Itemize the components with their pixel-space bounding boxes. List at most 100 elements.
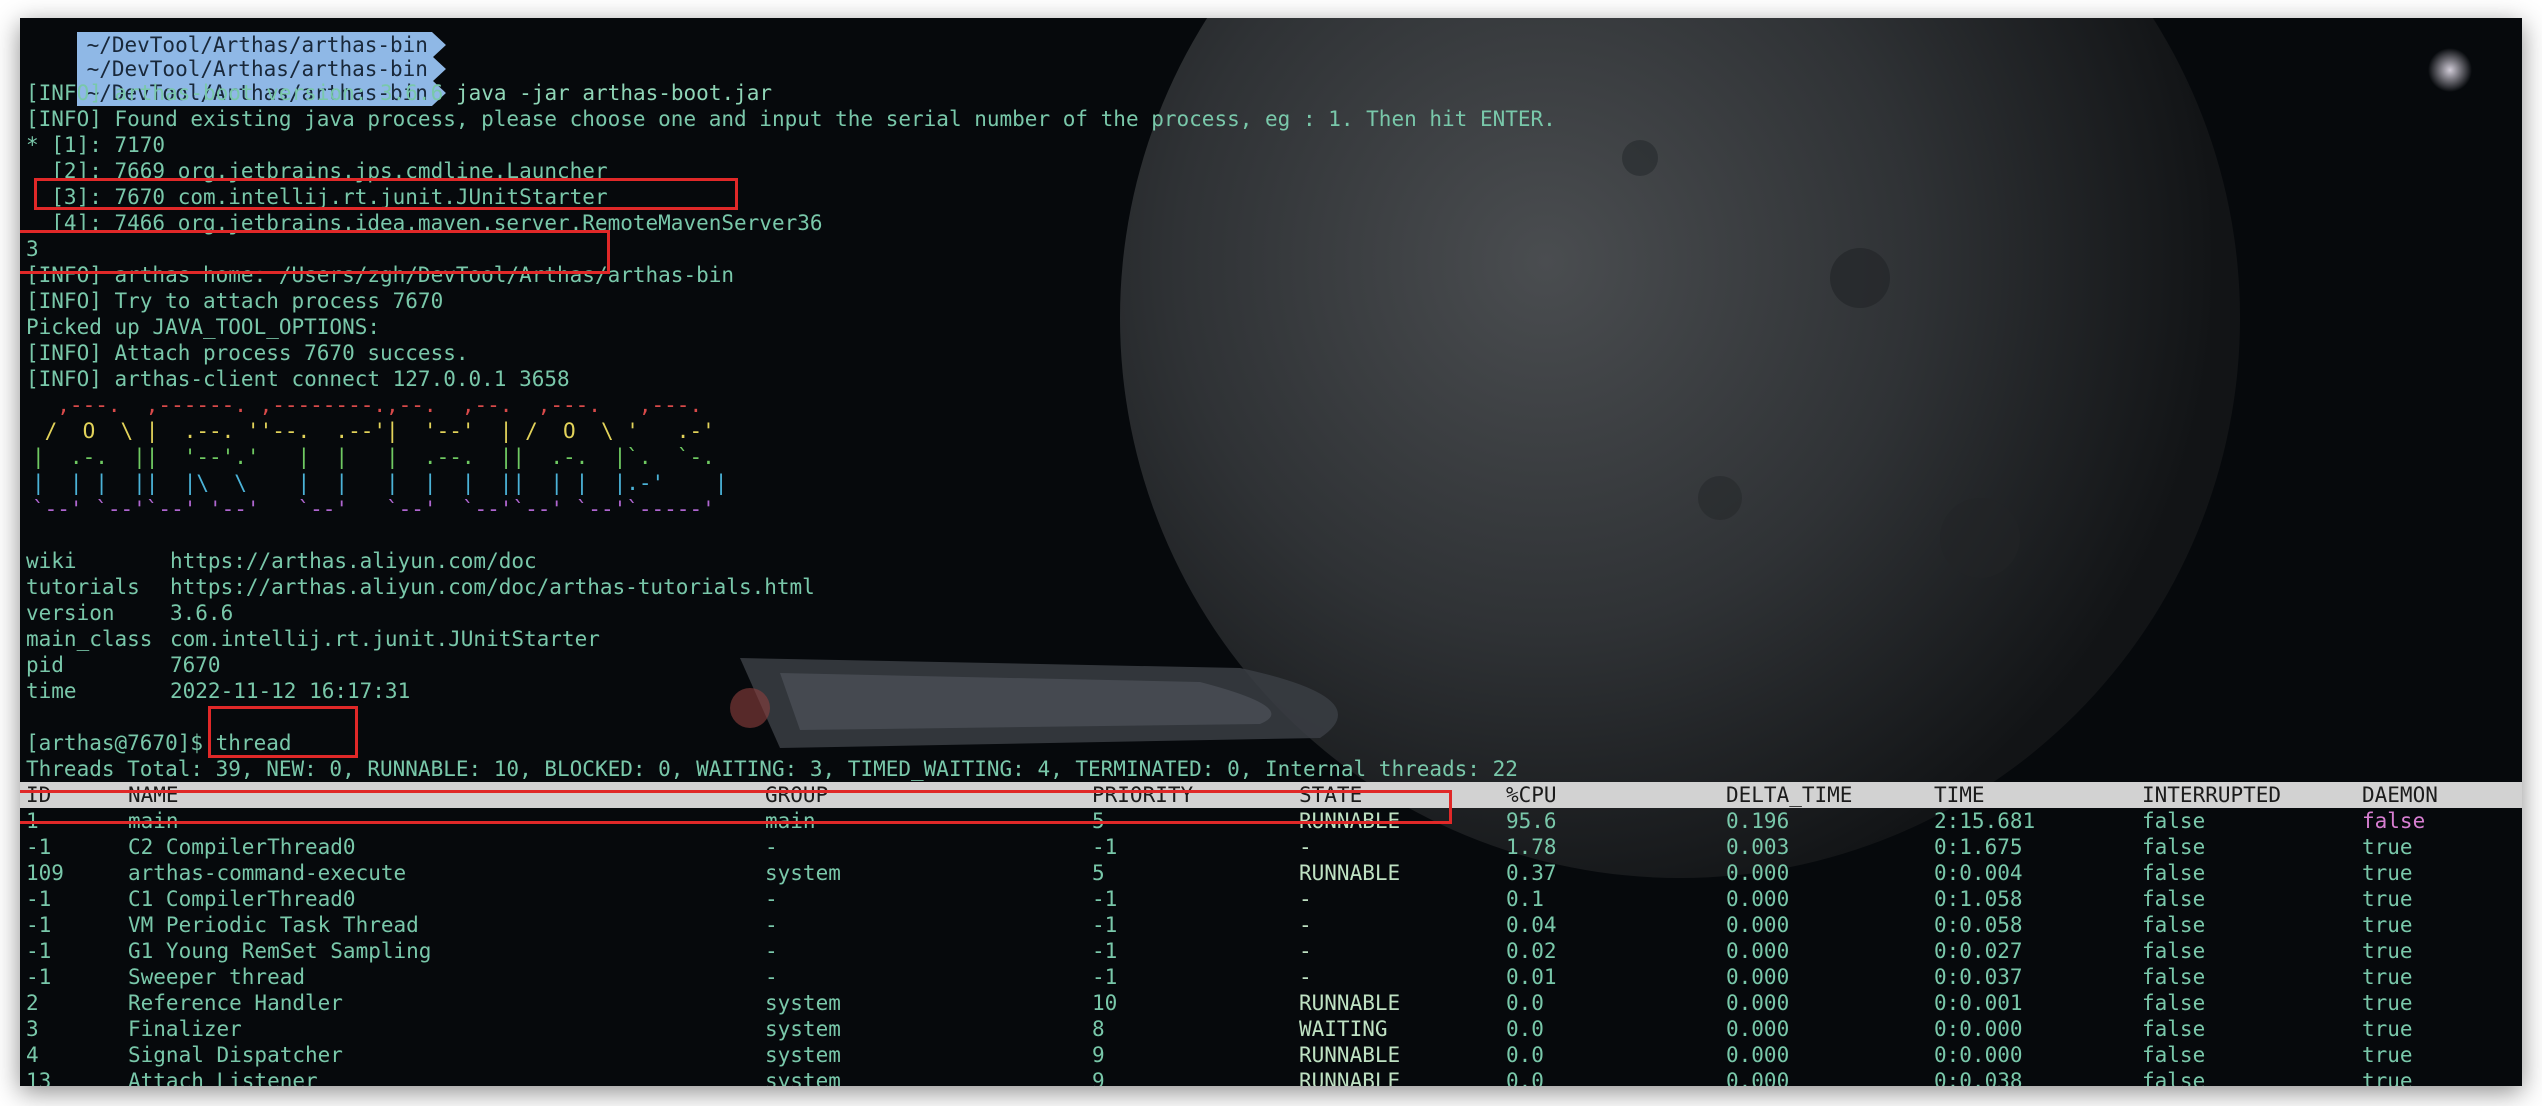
cell-delta-time: 0.000	[1726, 1043, 1790, 1067]
cell-time: 0:0.001	[1934, 991, 2023, 1015]
cell-id: 3	[26, 1017, 39, 1041]
info-row-wiki: wiki https://arthas.aliyun.com/doc	[26, 548, 537, 574]
cell-state: -	[1299, 965, 1312, 989]
cell-name: Reference Handler	[128, 991, 343, 1015]
cell-id: -1	[26, 965, 52, 989]
cell-cpu: 0.0	[1506, 1017, 1544, 1041]
cell-delta-time: 0.000	[1726, 1069, 1790, 1086]
cell-group: -	[765, 939, 778, 963]
cell-daemon: false	[2362, 809, 2426, 833]
cell-daemon: true	[2362, 991, 2413, 1015]
table-row: -1 Sweeper thread - -1 - 0.01 0.000 0:0.037 fals…	[20, 964, 2522, 990]
cell-daemon: true	[2362, 1017, 2413, 1041]
cell-priority: 10	[1092, 991, 1118, 1015]
cell-time: 0:0.000	[1934, 1043, 2023, 1067]
cell-interrupted: false	[2142, 835, 2206, 859]
output-line: [INFO] Found existing java process, plea…	[26, 107, 1556, 131]
arthas-logo-line: `--' `--'`--' '--' `--' `--' `--'`--' `-…	[32, 497, 715, 521]
cell-group: -	[765, 965, 778, 989]
highlight-box-main-thread	[20, 790, 1452, 824]
cell-daemon: true	[2362, 939, 2413, 963]
cell-cpu: 0.04	[1506, 913, 1557, 937]
cell-group: -	[765, 913, 778, 937]
info-value: com.intellij.rt.junit.JUnitStarter	[170, 627, 600, 651]
output-line: [INFO] arthas-client connect 127.0.0.1 3…	[26, 367, 570, 391]
cell-daemon: true	[2362, 835, 2413, 859]
column-header-cpu: %CPU	[1506, 783, 1557, 807]
cell-cpu: 95.6	[1506, 809, 1557, 833]
info-value: 3.6.6	[170, 601, 234, 625]
cell-interrupted: false	[2142, 809, 2206, 833]
threads-summary: Threads Total: 39, NEW: 0, RUNNABLE: 10,…	[26, 757, 1518, 781]
cell-state: RUNNABLE	[1299, 861, 1401, 885]
cell-time: 0:0.058	[1934, 913, 2023, 937]
arthas-logo-line: / O \ | .--. ''--. .--'| '--' | / O \ ' …	[32, 419, 715, 443]
cell-state: -	[1299, 835, 1312, 859]
info-value: 2022-11-12 16:17:31	[170, 679, 411, 703]
info-value-link[interactable]: https://arthas.aliyun.com/doc	[170, 549, 537, 573]
star-glow	[2428, 48, 2472, 92]
cell-time: 0:0.038	[1934, 1069, 2023, 1086]
info-key: wiki	[26, 549, 77, 573]
cell-state: RUNNABLE	[1299, 991, 1401, 1015]
cell-group: system	[765, 861, 841, 885]
cell-priority: 9	[1092, 1069, 1105, 1086]
cell-cpu: 0.37	[1506, 861, 1557, 885]
cell-delta-time: 0.000	[1726, 991, 1790, 1015]
cell-group: system	[765, 1017, 841, 1041]
highlight-box-input	[20, 230, 610, 274]
cell-daemon: true	[2362, 913, 2413, 937]
arthas-logo-line: ,---. ,------. ,--------.,--. ,--. ,---.…	[32, 393, 703, 417]
cell-priority: -1	[1092, 887, 1118, 911]
cell-name: Attach Listener	[128, 1069, 318, 1086]
output-line: [INFO] Attach process 7670 success.	[26, 341, 469, 365]
cell-delta-time: 0.000	[1726, 861, 1790, 885]
arthas-logo-line: | | | || |\ \ | | | | | || | | |.-' |	[32, 471, 728, 495]
info-key: time	[26, 679, 77, 703]
cell-group: system	[765, 991, 841, 1015]
cell-interrupted: false	[2142, 1017, 2206, 1041]
cell-interrupted: false	[2142, 913, 2206, 937]
arthas-logo-line: | .-. || '--'.' | | | .--. || .-. |`. `-…	[32, 445, 715, 469]
cell-delta-time: 0.000	[1726, 913, 1790, 937]
info-row-tutorials: tutorials https://arthas.aliyun.com/doc/a…	[26, 574, 815, 600]
cell-name: VM Periodic Task Thread	[128, 913, 419, 937]
cell-priority: 9	[1092, 1043, 1105, 1067]
info-row-time: time 2022-11-12 16:17:31	[26, 678, 410, 704]
cell-id: 13	[26, 1069, 52, 1086]
cell-interrupted: false	[2142, 861, 2206, 885]
cell-id: -1	[26, 887, 52, 911]
table-row: 13 Attach Listener system 9 RUNNABLE 0.0 0.000…	[20, 1068, 2522, 1086]
info-key: version	[26, 601, 115, 625]
info-value-link[interactable]: https://arthas.aliyun.com/doc/arthas-tut…	[170, 575, 815, 599]
cell-time: 0:1.058	[1934, 887, 2023, 911]
cell-cpu: 1.78	[1506, 835, 1557, 859]
cell-id: 109	[26, 861, 64, 885]
info-row-main-class: main_class com.intellij.rt.junit.JUnitSta…	[26, 626, 600, 652]
cell-daemon: true	[2362, 1069, 2413, 1086]
cell-interrupted: false	[2142, 1043, 2206, 1067]
cell-priority: -1	[1092, 965, 1118, 989]
cell-time: 0:0.000	[1934, 1017, 2023, 1041]
info-key: main_class	[26, 627, 153, 651]
cell-interrupted: false	[2142, 887, 2206, 911]
column-header-daemon: DAEMON	[2362, 783, 2438, 807]
cell-state: -	[1299, 939, 1312, 963]
terminal-window[interactable]: ~/DevTool/Arthas/arthas-bin ~/DevTool/Ar…	[20, 18, 2522, 1086]
cell-group: -	[765, 887, 778, 911]
output-line: [INFO] arthas-boot version: 3.6.6	[26, 81, 444, 105]
table-row: -1 C2 CompilerThread0 - -1 - 1.78 0.003 0:1.675…	[20, 834, 2522, 860]
cell-group: system	[765, 1043, 841, 1067]
cell-cpu: 0.0	[1506, 1069, 1544, 1086]
cell-time: 0:0.004	[1934, 861, 2023, 885]
prompt-line: ~/DevTool/Arthas/arthas-bin	[26, 30, 446, 56]
cell-cpu: 0.1	[1506, 887, 1544, 911]
cell-time: 0:0.027	[1934, 939, 2023, 963]
table-row: 2 Reference Handler system 10 RUNNABLE 0.0 0.0…	[20, 990, 2522, 1016]
info-row-version: version 3.6.6	[26, 600, 233, 626]
cell-priority: -1	[1092, 913, 1118, 937]
cell-daemon: true	[2362, 887, 2413, 911]
cell-id: -1	[26, 913, 52, 937]
cell-priority: -1	[1092, 835, 1118, 859]
info-key: pid	[26, 653, 64, 677]
